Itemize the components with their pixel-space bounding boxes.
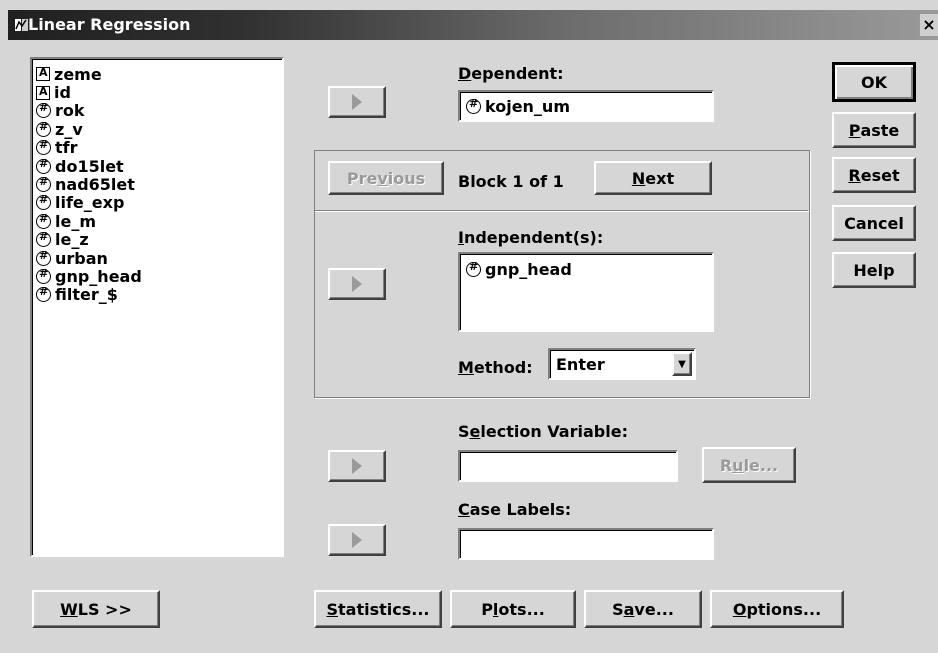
list-item[interactable]: urban — [36, 248, 278, 268]
variable-name: nad65let — [55, 175, 135, 195]
list-item[interactable]: gnp_head — [36, 267, 278, 286]
string-variable-icon — [36, 85, 50, 100]
variable-list[interactable]: zemeidrokz_vtfrdo15letnad65letlife_exple… — [30, 57, 284, 557]
list-item[interactable]: rok — [36, 101, 278, 121]
variable-name: tfr — [55, 138, 78, 158]
numeric-variable-icon — [36, 230, 51, 248]
wls-button[interactable]: W LS >> — [32, 590, 160, 628]
statistics-button[interactable]: Statistics... — [314, 590, 442, 628]
method-select[interactable]: Enter ▼ — [548, 348, 696, 380]
dependent-value: kojen_um — [485, 96, 570, 116]
variable-name: zeme — [54, 64, 102, 84]
right-arrow-icon — [352, 532, 362, 548]
close-icon[interactable]: × — [920, 14, 938, 36]
list-item[interactable]: le_z — [36, 230, 278, 250]
variable-name: le_z — [55, 230, 89, 250]
variable-name: gnp_head — [55, 267, 142, 286]
help-button[interactable]: Help — [832, 252, 916, 288]
save-button[interactable]: Sa ve... — [584, 590, 702, 628]
numeric-variable-icon — [36, 285, 51, 303]
variable-name: life_exp — [55, 193, 125, 213]
move-to-independents-button[interactable] — [328, 268, 386, 300]
next-button[interactable]: Next — [594, 161, 712, 195]
reset-button[interactable]: Reset — [832, 157, 916, 193]
move-to-selection-button[interactable] — [328, 450, 386, 482]
selection-variable-field[interactable] — [458, 450, 678, 482]
numeric-variable-icon — [466, 97, 481, 114]
right-arrow-icon — [352, 458, 362, 474]
case-labels-field[interactable] — [458, 528, 714, 560]
list-item[interactable]: do15let — [36, 156, 278, 176]
right-arrow-icon — [352, 276, 362, 292]
selection-variable-label: Selection Variable: — [458, 422, 628, 441]
numeric-variable-icon — [36, 101, 51, 119]
title-bar: Linear Regression × — [8, 10, 938, 40]
dependent-label: Dependent: — [458, 64, 564, 83]
variable-name: urban — [55, 248, 108, 268]
list-item[interactable]: life_exp — [36, 193, 278, 213]
numeric-variable-icon — [36, 193, 51, 211]
string-variable-icon — [36, 66, 50, 82]
numeric-variable-icon — [36, 267, 51, 284]
numeric-variable-icon — [466, 260, 481, 277]
chevron-down-icon[interactable]: ▼ — [672, 352, 692, 376]
linear-regression-dialog: Linear Regression × zemeidrokz_vtfrdo15l… — [0, 0, 938, 653]
paste-button[interactable]: Paste — [832, 112, 916, 148]
method-value: Enter — [556, 354, 605, 374]
method-label: Method: — [458, 358, 533, 377]
numeric-variable-icon — [36, 138, 51, 156]
numeric-variable-icon — [36, 212, 51, 229]
variable-name: rok — [55, 101, 85, 121]
move-to-case-labels-button[interactable] — [328, 524, 386, 556]
numeric-variable-icon — [36, 157, 51, 174]
variable-name: id — [54, 83, 71, 103]
list-item[interactable]: z_v — [36, 119, 278, 139]
numeric-variable-icon — [36, 120, 51, 137]
plots-button[interactable]: Pl ots... — [450, 590, 576, 628]
numeric-variable-icon — [36, 249, 51, 266]
variable-name: le_m — [55, 211, 97, 231]
block-status: Block 1 of 1 — [458, 172, 564, 191]
list-item[interactable]: id — [36, 83, 278, 103]
independents-list[interactable]: gnp_head — [458, 252, 714, 332]
window-title: Linear Regression — [28, 15, 191, 34]
list-item[interactable]: filter_$ — [36, 285, 278, 305]
case-labels-label: Case Labels: — [458, 500, 572, 519]
rule-button[interactable]: Ru le... — [702, 447, 796, 483]
list-item[interactable]: gnp_head — [466, 260, 706, 279]
list-item[interactable]: le_m — [36, 211, 278, 231]
previous-button[interactable]: Pre v ious — [328, 161, 444, 195]
variable-name: do15let — [55, 156, 124, 176]
cancel-button[interactable]: Cancel — [832, 205, 916, 241]
independents-label: Independent(s): — [458, 228, 604, 247]
variable-name: filter_$ — [55, 285, 118, 305]
list-item[interactable]: tfr — [36, 138, 278, 158]
dependent-field[interactable]: kojen_um — [458, 90, 714, 122]
list-item[interactable]: nad65let — [36, 175, 278, 195]
right-arrow-icon — [352, 94, 362, 110]
variable-name: z_v — [55, 119, 83, 139]
move-to-dependent-button[interactable] — [328, 86, 386, 118]
options-button[interactable]: Options... — [710, 590, 844, 628]
ok-button[interactable]: OK — [832, 62, 916, 102]
block-divider — [314, 210, 808, 211]
numeric-variable-icon — [36, 175, 51, 193]
list-item[interactable]: zeme — [36, 64, 278, 84]
